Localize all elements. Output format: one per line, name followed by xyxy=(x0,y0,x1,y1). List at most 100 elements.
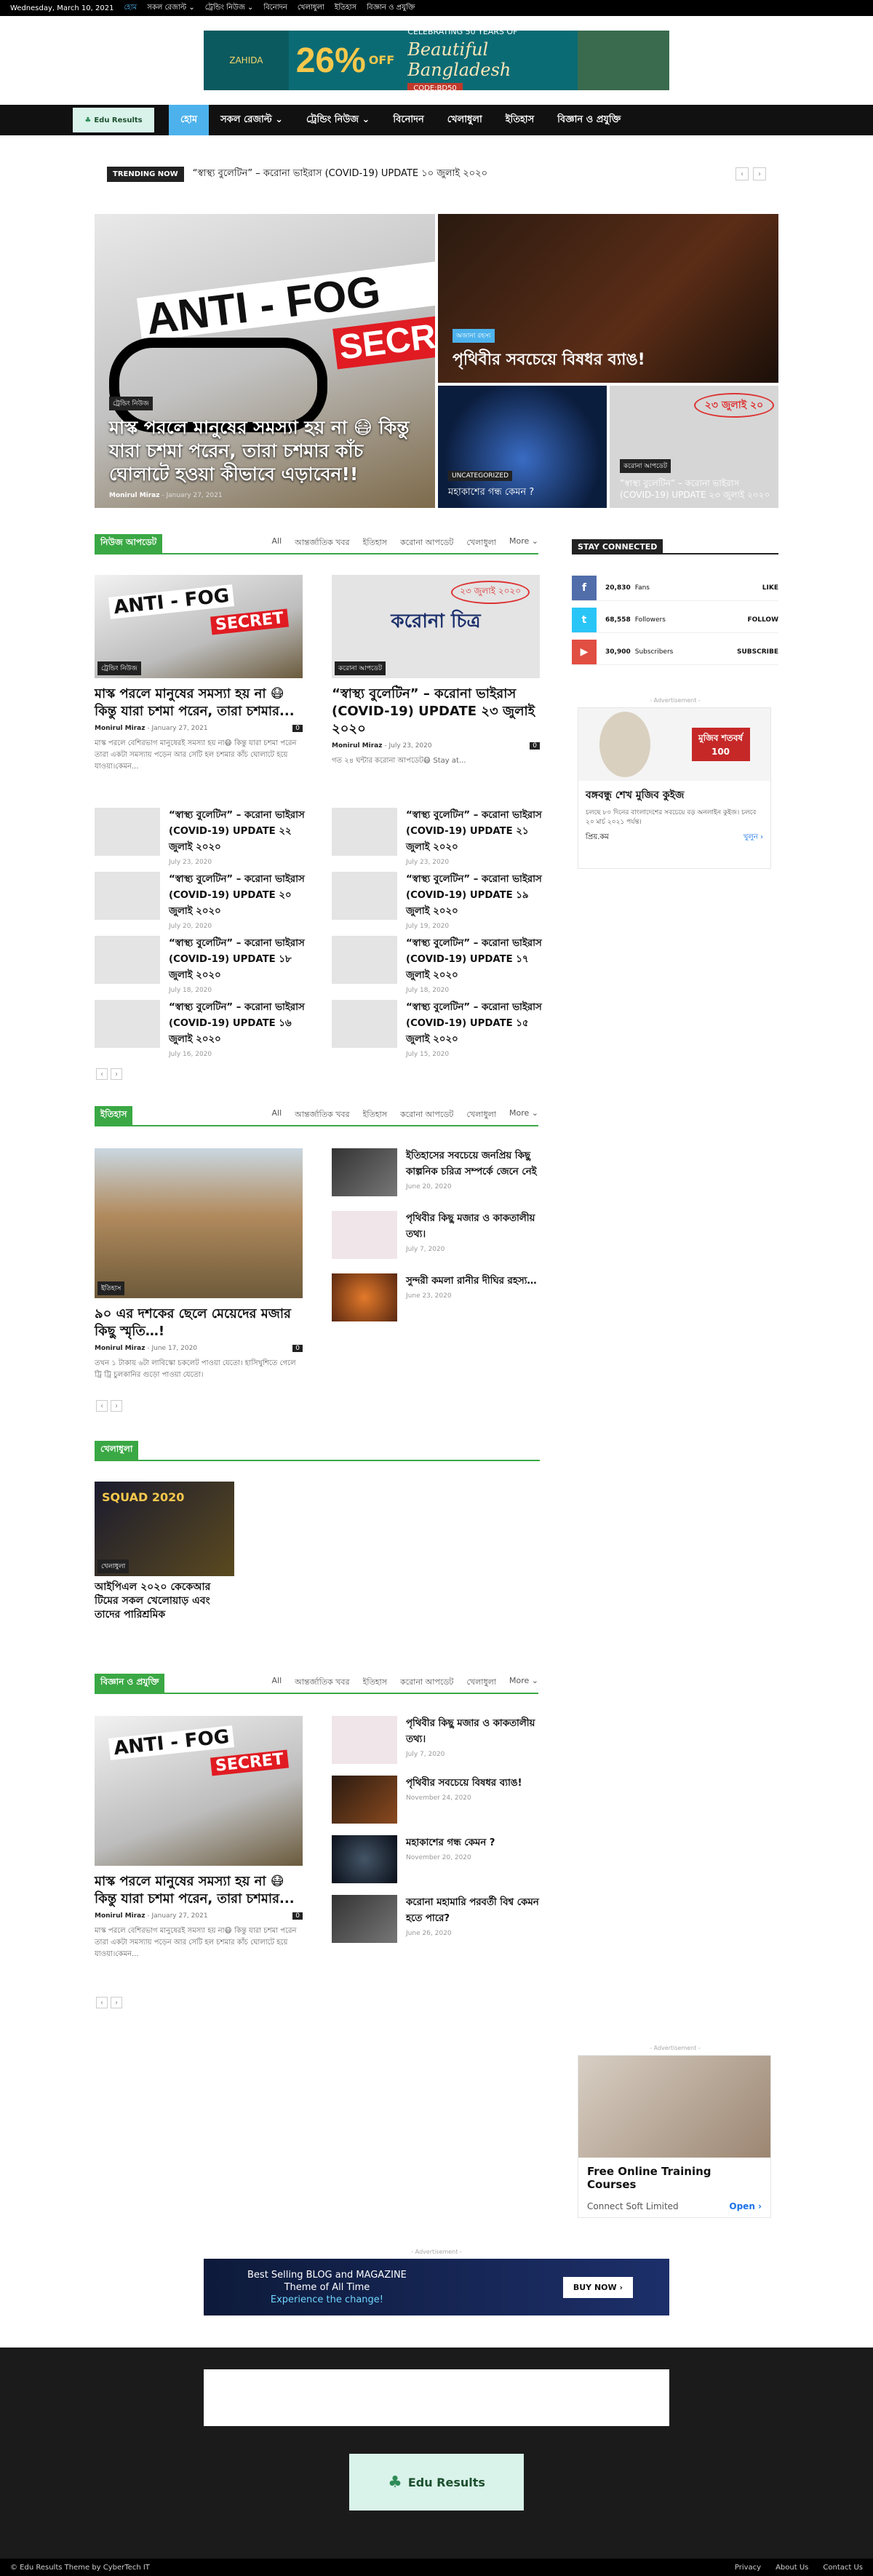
post-thumbnail[interactable] xyxy=(332,1716,397,1764)
category-badge[interactable]: খেলাধুলা xyxy=(97,1559,129,1573)
post-thumbnail[interactable] xyxy=(332,1211,397,1259)
topbar-link-sports[interactable]: খেলাধুলা xyxy=(298,2,324,15)
tab-corona[interactable]: করোনা আপডেট xyxy=(400,1108,453,1122)
post-thumbnail[interactable] xyxy=(332,808,397,856)
tab-corona[interactable]: করোনা আপডেট xyxy=(400,1676,453,1690)
topbar-link-trending[interactable]: ট্রেন্ডিং নিউজ ⌄ xyxy=(205,2,254,15)
comment-count[interactable]: 0 xyxy=(292,725,303,732)
category-badge[interactable]: করোনা আপডেট xyxy=(335,661,386,675)
post-thumbnail[interactable] xyxy=(95,808,160,856)
post-title[interactable]: মহাকাশের গন্ধ কেমন ? xyxy=(406,1835,544,1851)
comment-count[interactable]: 0 xyxy=(292,1345,303,1352)
post-title[interactable]: পৃথিবীর সবচেয়ে বিষধর ব্যাঙ! xyxy=(406,1776,544,1792)
post-title[interactable]: “স্বাস্থ্য বুলেটিন” – করোনা ভাইরাস (COVI… xyxy=(406,936,544,984)
nav-entertainment[interactable]: বিনোদন xyxy=(381,105,435,135)
post-title[interactable]: “স্বাস্থ্য বুলেটিন” – করোনা ভাইরাস (COVI… xyxy=(169,936,307,984)
post-thumbnail[interactable] xyxy=(332,936,397,984)
ad-cta-button[interactable]: খুলুন › xyxy=(744,832,763,844)
sidebar-ad-quiz[interactable]: মুজিব শতবর্ষ 100 বঙ্গবন্ধু শেখ মুজিব কুই… xyxy=(578,707,771,869)
social-action[interactable]: LIKE xyxy=(762,584,778,592)
social-action[interactable]: FOLLOW xyxy=(747,616,778,624)
post-title[interactable]: “স্বাস্থ্য বুলেটিন” – করোনা ভাইরাস (COVI… xyxy=(169,808,307,856)
category-badge[interactable]: করোনা আপডেট xyxy=(620,459,671,473)
nav-trending[interactable]: ট্রেন্ডিং নিউজ ⌄ xyxy=(295,105,381,135)
author-link[interactable]: Monirul Miraz xyxy=(109,492,160,499)
post-thumbnail[interactable] xyxy=(332,1273,397,1321)
post-title[interactable]: পৃথিবীর কিছু মজার ও কাকতালীয় তথ্য। xyxy=(406,1716,544,1748)
nav-science[interactable]: বিজ্ঞান ও প্রযুক্তি xyxy=(546,105,632,135)
social-youtube[interactable]: ▶ 30,900 Subscribers SUBSCRIBE xyxy=(572,639,778,665)
post-thumbnail[interactable] xyxy=(332,872,397,920)
post-thumbnail[interactable]: ANTI - FOG SECRET xyxy=(95,1716,303,1866)
tab-all[interactable]: All xyxy=(272,1108,282,1122)
post-thumbnail[interactable]: ইতিহাস xyxy=(95,1148,303,1298)
trending-link[interactable]: “স্বাস্থ্য বুলেটিন” – করোনা ভাইরাস (COVI… xyxy=(193,167,487,182)
post-title[interactable]: ইতিহাসের সবচেয়ে জনপ্রিয় কিছু কাল্পনিক … xyxy=(406,1148,544,1180)
category-badge[interactable]: ট্রেন্ডিং নিউজ xyxy=(97,661,141,675)
hero-main-title[interactable]: মাস্ক পরলে মানুষের সমস্যা হয় না 😷 কিন্ত… xyxy=(109,416,413,486)
author-link[interactable]: Monirul Miraz xyxy=(332,742,383,750)
site-logo[interactable]: ♣ Edu Results xyxy=(73,108,154,132)
footer-link-about[interactable]: About Us xyxy=(776,2564,808,2572)
category-badge[interactable]: ট্রেন্ডিং নিউজ xyxy=(109,397,153,410)
post-thumbnail[interactable] xyxy=(95,936,160,984)
tab-more[interactable]: More ⌄ xyxy=(509,536,538,550)
post-title[interactable]: করোনা মহামারি পরবর্তী বিশ্ব কেমন হতে পার… xyxy=(406,1895,544,1927)
post-title[interactable]: পৃথিবীর কিছু মজার ও কাকতালীয় তথ্য। xyxy=(406,1211,544,1243)
buy-now-button[interactable]: BUY NOW › xyxy=(562,2276,633,2298)
post-title[interactable]: “স্বাস্থ্য বুলেটিন” – করোনা ভাইরাস (COVI… xyxy=(332,685,540,738)
post-title[interactable]: মাস্ক পরলে মানুষের সমস্যা হয় না 😷 কিন্ত… xyxy=(95,1873,303,1908)
trending-prev-button[interactable]: ‹ xyxy=(736,167,749,180)
post-title[interactable]: “স্বাস্থ্য বুলেটিন” – করোনা ভাইরাস (COVI… xyxy=(406,808,544,856)
trending-next-button[interactable]: › xyxy=(753,167,766,180)
section-title[interactable]: খেলাধুলা xyxy=(95,1441,139,1460)
tab-history[interactable]: ইতিহাস xyxy=(363,1108,387,1122)
topbar-link-entertainment[interactable]: বিনোদন xyxy=(263,2,287,15)
post-thumbnail[interactable] xyxy=(332,1835,397,1883)
post-title[interactable]: “স্বাস্থ্য বুলেটিন” – করোনা ভাইরাস (COVI… xyxy=(169,1000,307,1048)
next-page-button[interactable]: › xyxy=(111,1997,122,2008)
category-badge[interactable]: UNCATEGORIZED xyxy=(448,471,512,481)
post-thumbnail[interactable] xyxy=(332,1776,397,1824)
next-page-button[interactable]: › xyxy=(111,1400,122,1412)
tab-more[interactable]: More ⌄ xyxy=(509,1676,538,1690)
post-title[interactable]: “স্বাস্থ্য বুলেটিন” – করোনা ভাইরাস (COVI… xyxy=(406,872,544,920)
sidebar-ad-training[interactable]: Free Online Training Courses Connect Sof… xyxy=(578,2055,771,2218)
tab-more[interactable]: More ⌄ xyxy=(509,1108,538,1122)
post-thumbnail[interactable] xyxy=(95,872,160,920)
topbar-link-history[interactable]: ইতিহাস xyxy=(335,2,356,15)
nav-history[interactable]: ইতিহাস xyxy=(494,105,546,135)
comment-count[interactable]: 0 xyxy=(292,1912,303,1920)
section-title[interactable]: বিজ্ঞান ও প্রযুক্তি xyxy=(95,1674,165,1693)
tab-all[interactable]: All xyxy=(272,1676,282,1690)
hero-bottom-right-card[interactable]: ২৩ জুলাই ২০ করোনা আপডেট “স্বাস্থ্য বুলেট… xyxy=(610,386,778,508)
topbar-link-home[interactable]: হোম xyxy=(124,2,137,15)
footer-logo[interactable]: ♣ Edu Results xyxy=(349,2454,524,2511)
nav-results[interactable]: সকল রেজাল্ট ⌄ xyxy=(209,105,295,135)
category-badge[interactable]: অজানা রহস্য xyxy=(453,329,495,343)
nav-home[interactable]: হোম xyxy=(169,105,210,135)
post-thumbnail[interactable] xyxy=(332,1148,397,1196)
tab-sports[interactable]: খেলাধুলা xyxy=(466,1108,496,1122)
social-action[interactable]: SUBSCRIBE xyxy=(737,648,778,656)
next-page-button[interactable]: › xyxy=(111,1068,122,1080)
tab-corona[interactable]: করোনা আপডেট xyxy=(400,536,453,550)
tab-sports[interactable]: খেলাধুলা xyxy=(466,1676,496,1690)
hero-bl-title[interactable]: মহাকাশের গন্ধ কেমন ? xyxy=(448,485,534,501)
social-twitter[interactable]: t 68,558 Followers FOLLOW xyxy=(572,607,778,633)
post-title[interactable]: ৯০ এর দশকের ছেলে মেয়েদের মজার কিছু স্মৃ… xyxy=(95,1305,303,1340)
prev-page-button[interactable]: ‹ xyxy=(96,1068,108,1080)
hero-main-card[interactable]: ANTI - FOG SECRET ট্রেন্ডিং নিউজ মাস্ক প… xyxy=(95,214,435,508)
post-title[interactable]: “স্বাস্থ্য বুলেটিন” – করোনা ভাইরাস (COVI… xyxy=(169,872,307,920)
post-thumbnail[interactable] xyxy=(95,1000,160,1048)
ad-cta-button[interactable]: Open › xyxy=(729,2201,762,2211)
author-link[interactable]: Monirul Miraz xyxy=(95,1912,146,1920)
prev-page-button[interactable]: ‹ xyxy=(96,1997,108,2008)
hero-bottom-left-card[interactable]: UNCATEGORIZED মহাকাশের গন্ধ কেমন ? xyxy=(438,386,607,508)
category-badge[interactable]: ইতিহাস xyxy=(97,1281,125,1295)
prev-page-button[interactable]: ‹ xyxy=(96,1400,108,1412)
bottom-ad-banner[interactable]: Best Selling BLOG and MAGAZINE Theme of … xyxy=(204,2259,669,2315)
hero-br-title[interactable]: “স্বাস্থ্য বুলেটিন” – করোনা ভাইরাস (COVI… xyxy=(620,477,771,501)
tab-history[interactable]: ইতিহাস xyxy=(363,1676,387,1690)
post-title[interactable]: “স্বাস্থ্য বুলেটিন” – করোনা ভাইরাস (COVI… xyxy=(406,1000,544,1048)
